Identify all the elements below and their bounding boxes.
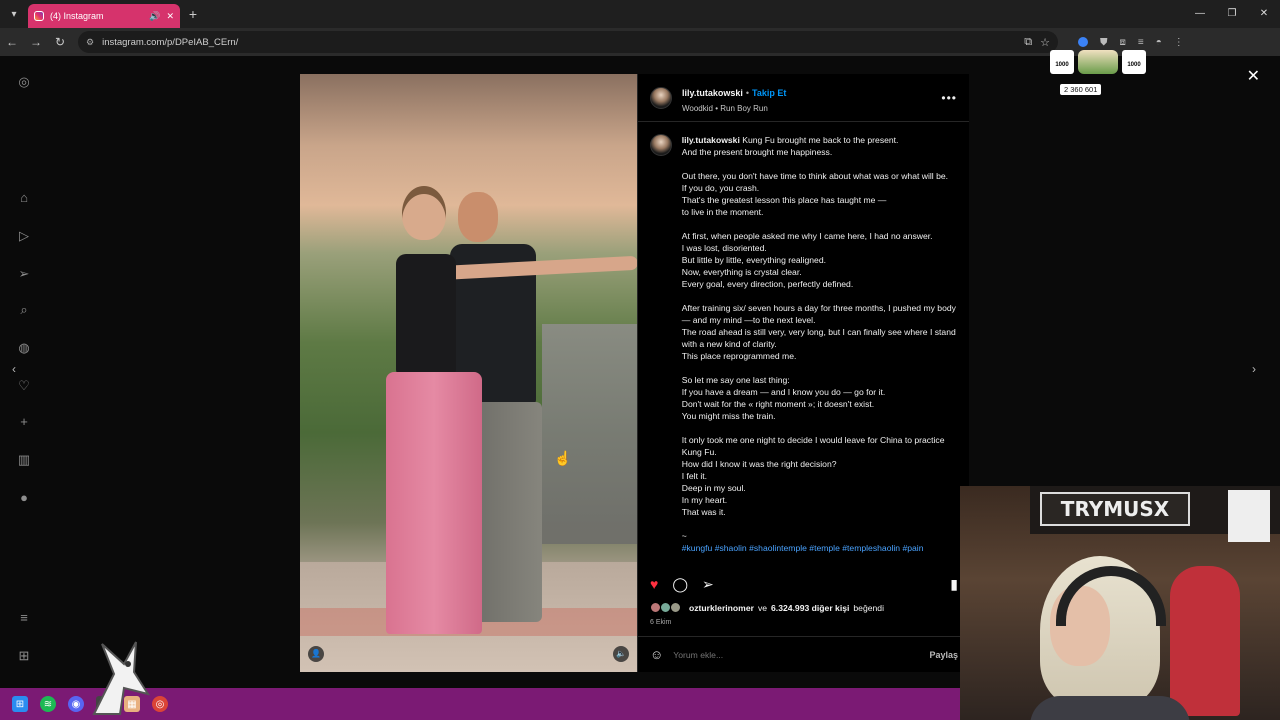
bookmark-star-icon[interactable]: ☆	[1040, 36, 1050, 49]
close-tab-icon[interactable]: ✕	[166, 11, 174, 22]
author-avatar[interactable]	[650, 86, 672, 109]
url-text: instagram.com/p/DPeIAB_CErn/	[102, 36, 239, 48]
caption-paragraph: After training six/ seven hours a day fo…	[681, 303, 956, 361]
streamer	[1030, 556, 1190, 720]
post-date[interactable]: 6 Ekim	[650, 619, 671, 626]
chrome-icon[interactable]: ◎	[152, 696, 168, 712]
dashboard-icon[interactable]: ▥	[16, 452, 32, 468]
streamer-webcam: TRYMUSX	[960, 486, 1280, 720]
messages-icon[interactable]: ➢	[16, 266, 32, 282]
liked-by-user[interactable]: ozturklerinomer	[689, 603, 754, 613]
overlay-badge-left: 1000	[1050, 50, 1074, 74]
create-plus-icon[interactable]: +	[16, 414, 32, 430]
next-post-arrow-icon[interactable]: ›	[1252, 362, 1256, 376]
discord-icon[interactable]: ◉	[68, 696, 84, 712]
forward-icon[interactable]: →	[24, 35, 48, 49]
emoji-icon[interactable]: ☺	[650, 647, 663, 662]
author-username[interactable]: lily.tutakowski	[682, 88, 743, 98]
like-heart-icon[interactable]: ♥	[650, 576, 658, 592]
extension-icon[interactable]	[1078, 37, 1088, 47]
home-icon[interactable]: ⌂	[16, 190, 32, 206]
stream-overlay-widget: 1000 1000 2 360 601	[1048, 48, 1148, 100]
caption-tilde: ~	[681, 531, 687, 541]
caption-area: lily.tutakowski Kung Fu brought me back …	[638, 134, 970, 566]
tab-title: (4) Instagram	[50, 11, 104, 21]
close-window-icon[interactable]: ✕	[1248, 0, 1280, 28]
webcam-sign: TRYMUSX	[1040, 492, 1190, 526]
speaker-icon[interactable]: 🔊	[149, 11, 160, 22]
liker-avatar	[670, 602, 681, 613]
post-side-panel: lily.tutakowski • Takip Et Woodkid • Run B…	[637, 74, 970, 672]
post-video[interactable]: ☝ 👤 🔈	[300, 74, 637, 672]
window-controls: — ❐ ✕	[1184, 0, 1280, 28]
browser-tab-bar: ▾ (4) Instagram 🔊 ✕ + — ❐ ✕	[0, 0, 1280, 28]
maximize-icon[interactable]: ❐	[1216, 0, 1248, 28]
menu-kebab-icon[interactable]: ⋮	[1174, 37, 1184, 48]
caption-hashtags[interactable]: #kungfu #shaolin #shaolintemple #temple …	[682, 542, 958, 554]
back-icon[interactable]: ←	[0, 35, 24, 49]
follow-button[interactable]: Takip Et	[752, 88, 786, 98]
tab-search-button[interactable]: ▾	[0, 0, 28, 28]
overlay-mascot	[1078, 50, 1118, 74]
post-comment-button[interactable]: Paylaş	[929, 650, 958, 660]
comment-composer: ☺ Paylaş	[638, 636, 970, 672]
instagram-favicon-icon	[34, 11, 44, 21]
new-tab-button[interactable]: +	[180, 6, 206, 22]
more-options-icon[interactable]: •••	[941, 91, 957, 105]
windows-start-icon[interactable]: ⊞	[12, 696, 28, 712]
instagram-sidebar: ◎ ⌂ ▷ ➢ ⌕ ◍ ♡ + ▥ ● ≡ ⊞	[0, 56, 48, 688]
caption-paragraph: So let me say one last thing: If you hav…	[681, 375, 886, 421]
site-info-icon[interactable]: ⚙	[86, 37, 94, 48]
extensions-puzzle-icon[interactable]: ⧈	[1120, 37, 1126, 48]
meta-apps-icon[interactable]: ⊞	[16, 648, 32, 664]
separator-dot: •	[745, 87, 750, 98]
mouse-cursor-icon: ☝	[554, 450, 572, 466]
explore-icon[interactable]: ◍	[16, 340, 32, 356]
likes-summary: ozturklerinomer ve 6.324.993 diğer kişi …	[650, 602, 884, 613]
tagged-user-icon[interactable]: 👤	[308, 646, 324, 662]
caption-username[interactable]: lily.tutakowski	[682, 135, 740, 145]
profile-icon[interactable]: ◓	[1156, 37, 1162, 48]
post-header: lily.tutakowski • Takip Et Woodkid • Run B…	[638, 74, 969, 122]
reels-icon[interactable]: ▷	[16, 228, 32, 244]
save-bookmark-icon[interactable]: ▮	[950, 576, 958, 593]
caption-text: lily.tutakowski Kung Fu brought me back …	[682, 134, 958, 566]
comment-icon[interactable]: ◯	[672, 576, 688, 593]
mute-toggle-icon[interactable]: 🔈	[613, 646, 629, 662]
video-person-student	[368, 186, 637, 646]
likes-count[interactable]: 6.324.993 diğer kişi	[771, 603, 849, 613]
gaming-chair	[1170, 566, 1240, 716]
previous-post-arrow-icon[interactable]: ‹	[12, 362, 16, 376]
minimize-icon[interactable]: —	[1184, 0, 1216, 28]
caption-author-avatar[interactable]	[650, 134, 672, 156]
browser-tab-instagram[interactable]: (4) Instagram 🔊 ✕	[28, 4, 180, 28]
share-icon[interactable]: ➢	[702, 576, 714, 593]
webcam-poster	[1228, 490, 1270, 542]
post-actions: ♥ ◯ ➢ ▮	[638, 574, 970, 594]
dragon-logo	[92, 641, 151, 715]
overlay-badge-right: 1000	[1122, 50, 1146, 74]
media-control-icon[interactable]: ≡	[1138, 37, 1144, 48]
profile-avatar-icon[interactable]: ●	[16, 490, 32, 506]
more-menu-icon[interactable]: ≡	[16, 610, 32, 626]
likes-connector: ve	[757, 602, 768, 613]
caption-paragraph: It only took me one night to decide I wo…	[681, 435, 945, 517]
instagram-logo-icon[interactable]: ◎	[16, 74, 32, 90]
reload-icon[interactable]: ↻	[48, 35, 72, 49]
extensions-area: ⛊ ⧈ ≡ ◓ ⋮	[1078, 37, 1184, 48]
spotify-icon[interactable]: ≋	[40, 696, 56, 712]
extension-shield-icon[interactable]: ⛊	[1100, 37, 1108, 48]
search-icon[interactable]: ⌕	[16, 302, 32, 318]
install-app-icon[interactable]: ⧉	[1024, 36, 1032, 49]
comment-input[interactable]	[673, 649, 920, 660]
likes-suffix: beğendi	[853, 602, 884, 613]
caption-paragraph: Out there, you don't have time to think …	[681, 171, 949, 217]
caption-paragraph: At first, when people asked me why I cam…	[681, 231, 933, 289]
address-bar[interactable]: ⚙ instagram.com/p/DPeIAB_CErn/ ⧉ ☆	[78, 31, 1058, 53]
close-modal-icon[interactable]: ✕	[1247, 66, 1260, 86]
overlay-counter: 2 360 601	[1060, 84, 1102, 95]
audio-track[interactable]: Woodkid • Run Boy Run	[682, 104, 931, 113]
notifications-heart-icon[interactable]: ♡	[16, 378, 32, 394]
